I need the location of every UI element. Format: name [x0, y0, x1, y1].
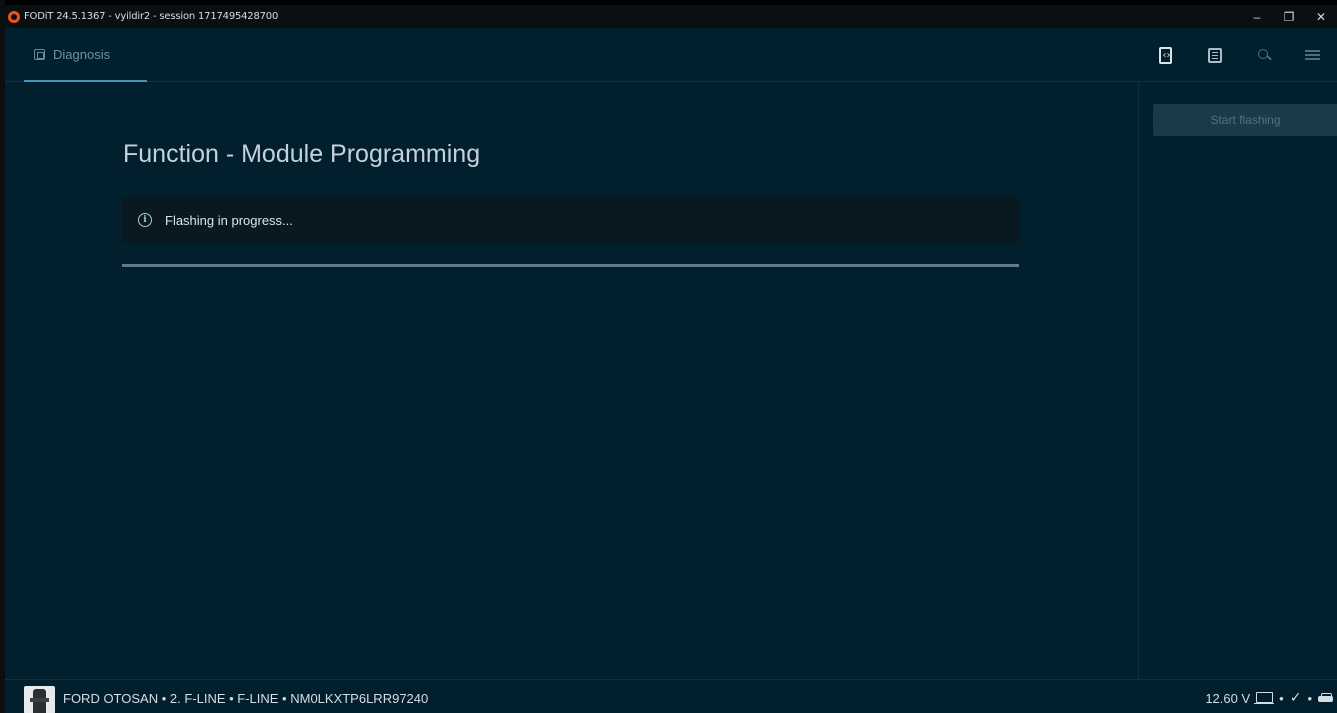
chip-icon [34, 48, 45, 60]
restore-button[interactable]: ❐ [1273, 5, 1305, 28]
status-indicators: 12.60 V • ✓ • [1205, 688, 1333, 708]
app-logo-icon [8, 10, 20, 23]
window-controls: – ❐ ✕ [1241, 5, 1337, 28]
main-content: Function - Module Programming i Flashing… [5, 83, 1138, 679]
vehicle-info: FORD OTOSAN • 2. F-LINE • F-LINE • NM0LK… [63, 691, 429, 706]
menu-icon [1305, 54, 1320, 56]
tab-diagnosis[interactable]: Diagnosis [24, 28, 147, 82]
progress-bar-fill [122, 264, 1019, 267]
toolbar-icons [1141, 28, 1337, 82]
vehicle-thumbnail [24, 686, 55, 713]
check-icon: ✓ [1289, 690, 1302, 706]
code-button[interactable] [1141, 28, 1190, 82]
menu-button[interactable] [1288, 28, 1337, 82]
progress-bar [122, 264, 1019, 267]
status-bar: FORD OTOSAN • 2. F-LINE • F-LINE • NM0LK… [5, 679, 1337, 713]
list-button[interactable] [1190, 28, 1239, 82]
battery-voltage: 12.60 V [1205, 690, 1251, 706]
info-message-text: Flashing in progress... [165, 212, 293, 228]
separator: • [1307, 690, 1312, 706]
car-icon [1318, 692, 1333, 704]
info-message: i Flashing in progress... [122, 197, 1019, 243]
laptop-icon [1254, 691, 1275, 704]
page-title: Function - Module Programming [123, 140, 481, 168]
top-navigation: Diagnosis [5, 28, 1337, 82]
start-flashing-button[interactable]: Start flashing [1153, 104, 1337, 136]
search-icon [1257, 49, 1270, 61]
window-title: FODiT 24.5.1367 - vyildir2 - session 171… [24, 11, 279, 22]
search-button[interactable] [1239, 28, 1288, 82]
separator: • [1279, 690, 1284, 706]
minimize-button[interactable]: – [1241, 5, 1273, 28]
side-panel: Start flashing [1138, 83, 1337, 679]
info-icon: i [138, 213, 152, 227]
app-root: Diagnosis Function - Module Programming … [5, 28, 1337, 713]
close-button[interactable]: ✕ [1305, 5, 1337, 28]
code-icon [1159, 46, 1173, 64]
title-bar: FODiT 24.5.1367 - vyildir2 - session 171… [5, 5, 1337, 28]
tab-diagnosis-label: Diagnosis [53, 46, 111, 62]
list-icon [1207, 47, 1222, 63]
